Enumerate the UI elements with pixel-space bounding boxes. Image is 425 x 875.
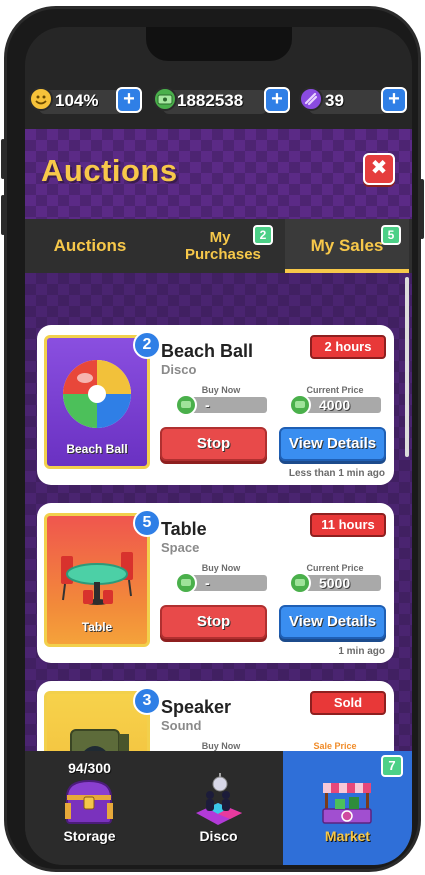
market-stall-icon [322, 783, 372, 824]
item-thumbnail: Beach Ball [44, 335, 150, 469]
gem-icon [299, 87, 323, 111]
happiness-counter: 104% + [29, 87, 147, 117]
cash-icon [289, 394, 311, 416]
sold-badge: Sold [310, 691, 386, 715]
item-name: Beach Ball [161, 341, 254, 361]
listed-time: Less than 1 min ago [288, 468, 385, 479]
quantity-badge: 3 [133, 687, 161, 715]
phone-frame: 104% + 1882538 + 39 + Auctions ✖ Auction… [1, 6, 424, 872]
add-gems-button[interactable]: + [381, 87, 407, 113]
buy-now-value: - [205, 575, 210, 591]
currency-bar: 104% + 1882538 + 39 + [29, 87, 408, 117]
bottom-nav: 94/300 Storage Disco 7 Market [25, 751, 412, 865]
treasure-chest-icon [65, 779, 113, 824]
close-button[interactable]: ✖ [363, 153, 395, 185]
item-category: Sound [161, 718, 202, 733]
tab-my-sales[interactable]: My Sales 5 [285, 219, 409, 273]
nav-disco-label: Disco [199, 828, 238, 844]
volume-up-button [1, 139, 5, 179]
nav-disco[interactable]: Disco [154, 751, 283, 865]
volume-down-button [1, 195, 5, 235]
tab-my-purchases[interactable]: My Purchases 2 [155, 219, 285, 273]
purchases-badge: 2 [253, 225, 273, 245]
auctions-header: Auctions ✖ [25, 129, 412, 219]
listing-card: Table 5 Table Space 11 hours Buy Now - C… [37, 503, 394, 663]
nav-storage[interactable]: 94/300 Storage [25, 751, 154, 865]
cash-icon [175, 572, 197, 594]
tab-auctions[interactable]: Auctions [25, 219, 155, 273]
market-badge: 7 [381, 755, 403, 777]
item-category: Space [161, 540, 200, 555]
thumbnail-label: Beach Ball [66, 442, 128, 456]
sales-badge: 5 [381, 225, 401, 245]
item-name: Table [161, 519, 207, 539]
smiley-coin-icon [29, 87, 53, 111]
speaker-icon [70, 729, 129, 751]
listing-card: 3 Speaker Sound Sold Buy Now - Sale Pric… [37, 681, 394, 751]
stop-button[interactable]: Stop [160, 605, 267, 639]
quantity-badge: 5 [133, 509, 161, 537]
buy-now-field: - [175, 572, 267, 594]
beach-ball-icon [63, 360, 131, 428]
buy-now-field: - [175, 394, 267, 416]
happiness-value: 104% [55, 91, 99, 110]
listing-card: Beach Ball 2 Beach Ball Disco 2 hours Bu… [37, 325, 394, 485]
time-remaining-badge: 11 hours [310, 513, 386, 537]
power-button [420, 179, 424, 239]
nav-market-label: Market [324, 828, 371, 844]
item-category: Disco [161, 362, 197, 377]
view-details-button[interactable]: View Details [279, 427, 386, 461]
add-happiness-button[interactable]: + [116, 87, 142, 113]
cash-value: 1882538 [177, 91, 244, 110]
current-price-field: 5000 [289, 572, 381, 594]
cash-counter: 1882538 + [153, 87, 293, 117]
game-screen: 104% + 1882538 + 39 + Auctions ✖ Auction… [25, 27, 412, 865]
disco-floor-icon [196, 773, 242, 825]
thumbnail-label: Table [81, 620, 113, 634]
item-thumbnail: Table [44, 513, 150, 647]
stop-button[interactable]: Stop [160, 427, 267, 461]
nav-market[interactable]: 7 Market [283, 751, 412, 865]
nav-storage-label: Storage [63, 828, 116, 844]
buy-now-value: - [205, 397, 210, 413]
camera-notch [146, 27, 292, 61]
gem-value: 39 [325, 91, 344, 110]
item-name: Speaker [161, 697, 232, 717]
quantity-badge: 2 [133, 331, 161, 359]
cash-icon [289, 572, 311, 594]
gem-counter: 39 + [299, 87, 408, 117]
cash-icon [153, 87, 177, 111]
tab-bar: Auctions My Purchases 2 My Sales 5 [25, 219, 412, 273]
current-price-value: 4000 [319, 397, 351, 413]
current-price-value: 5000 [319, 575, 351, 591]
listed-time: 1 min ago [338, 646, 385, 657]
page-title: Auctions [41, 153, 178, 188]
view-details-button[interactable]: View Details [279, 605, 386, 639]
sales-list[interactable]: Beach Ball 2 Beach Ball Disco 2 hours Bu… [25, 273, 412, 751]
tab-auctions-label: Auctions [53, 236, 127, 255]
time-remaining-badge: 2 hours [310, 335, 386, 359]
add-cash-button[interactable]: + [264, 87, 290, 113]
scrollbar[interactable] [405, 277, 409, 457]
cash-icon [175, 394, 197, 416]
current-price-field: 4000 [289, 394, 381, 416]
table-icon [61, 552, 133, 605]
